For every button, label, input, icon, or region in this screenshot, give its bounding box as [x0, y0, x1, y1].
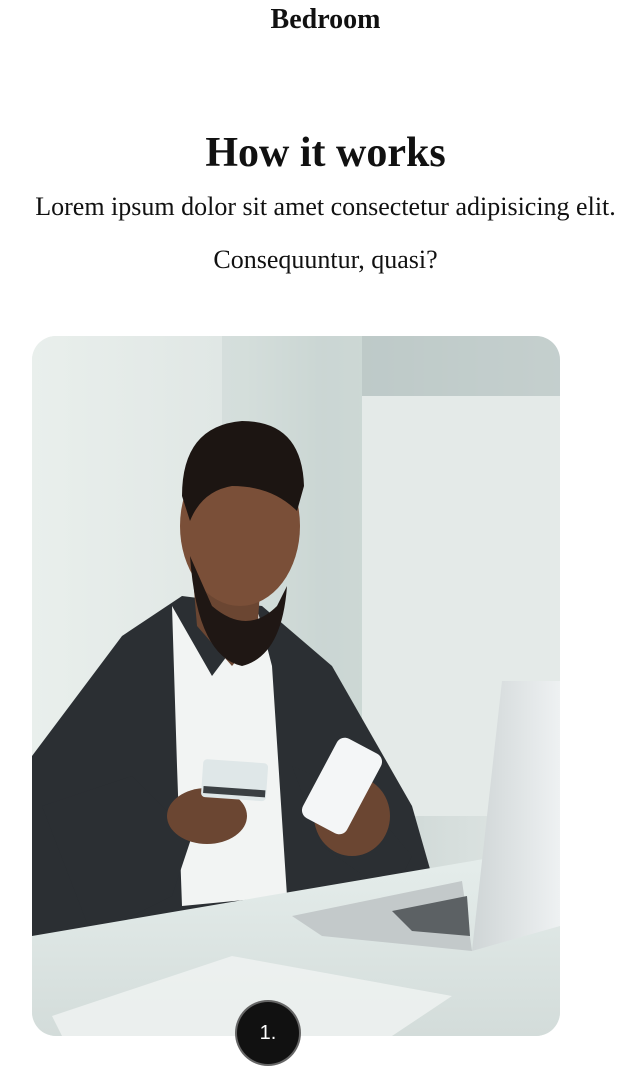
step-number-badge: 1.: [237, 1002, 299, 1064]
page-title: Bedroom: [270, 4, 381, 35]
section-heading: How it works: [205, 130, 446, 176]
step-card-image: [32, 336, 560, 1036]
step-photo: [32, 336, 560, 1036]
section-description: Lorem ipsum dolor sit amet consectetur a…: [35, 192, 616, 274]
